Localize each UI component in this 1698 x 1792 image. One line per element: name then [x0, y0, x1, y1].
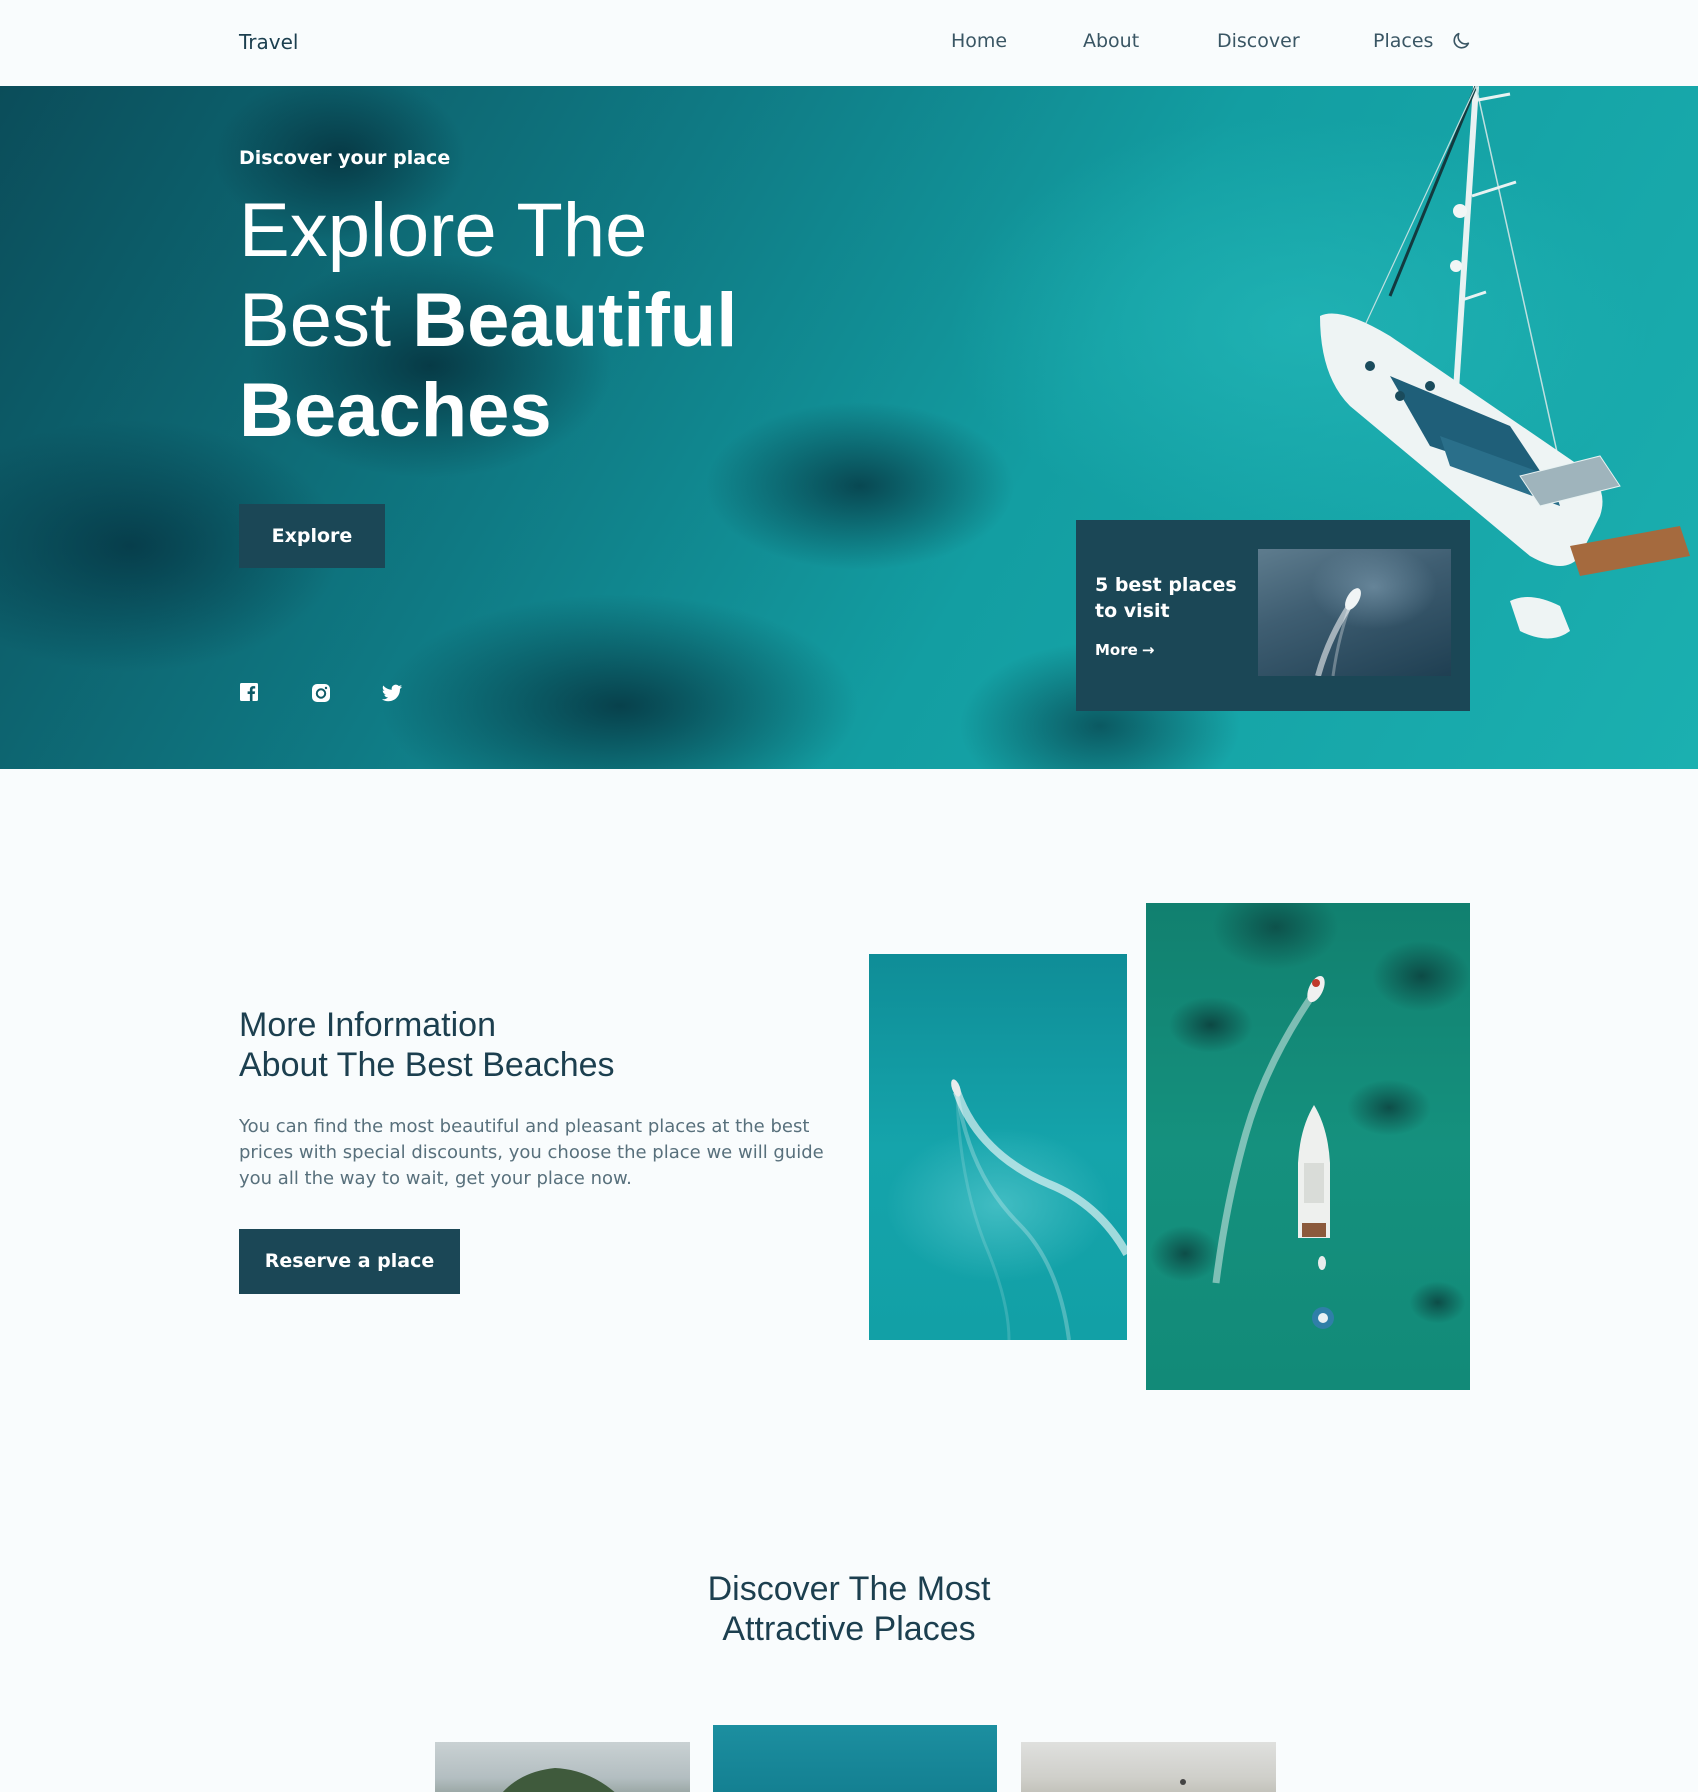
discover-title-line1: Discover The Most [707, 1570, 991, 1608]
facebook-icon[interactable] [239, 682, 261, 704]
hero-title-line2-bold: Beautiful [412, 278, 738, 363]
place-card[interactable] [713, 1725, 997, 1792]
hero-title-line1: Explore The [239, 188, 648, 273]
explore-button[interactable]: Explore [239, 504, 385, 568]
yacht-aerial-image [1146, 903, 1470, 1390]
arrow-right-icon: → [1141, 641, 1155, 659]
promo-more-link[interactable]: More → [1095, 641, 1154, 659]
social-links [239, 682, 439, 706]
discover-title: Discover The Most Attractive Places [649, 1569, 1049, 1649]
about-description: You can find the most beautiful and plea… [239, 1116, 824, 1189]
moon-icon[interactable] [1450, 30, 1472, 52]
hero-title: Explore The Best Beautiful Beaches [239, 186, 859, 456]
about-title-line2: About The Best Beaches [239, 1046, 615, 1084]
nav-item-discover[interactable]: Discover [1217, 30, 1300, 52]
nav-item-home[interactable]: Home [951, 30, 1007, 52]
hero-title-line2-light: Best [239, 278, 413, 363]
promo-image [1258, 549, 1451, 676]
nav-item-about[interactable]: About [1083, 30, 1139, 52]
about-title-line1: More Information [239, 1006, 496, 1044]
promo-more-label: More [1095, 641, 1138, 659]
instagram-icon[interactable] [310, 682, 332, 704]
hero-subtitle: Discover your place [239, 147, 451, 169]
boat-wake-image [869, 954, 1127, 1340]
hero-section: Discover your place Explore The Best Bea… [0, 86, 1698, 769]
site-header: Travel Home About Discover Places [0, 0, 1698, 86]
place-card[interactable] [1021, 1742, 1276, 1792]
promo-card: 5 best places to visit More → [1076, 520, 1470, 711]
main-nav: Home About Discover Places [0, 30, 1698, 60]
hero-title-line3-bold: Beaches [239, 368, 552, 453]
twitter-icon[interactable] [381, 682, 403, 704]
nav-item-places[interactable]: Places [1373, 30, 1433, 52]
promo-title: 5 best places to visit [1095, 574, 1237, 622]
reserve-button[interactable]: Reserve a place [239, 1229, 460, 1294]
discover-title-line2: Attractive Places [722, 1610, 976, 1648]
about-title: More Information About The Best Beaches [239, 1005, 839, 1085]
place-card[interactable] [435, 1742, 690, 1792]
